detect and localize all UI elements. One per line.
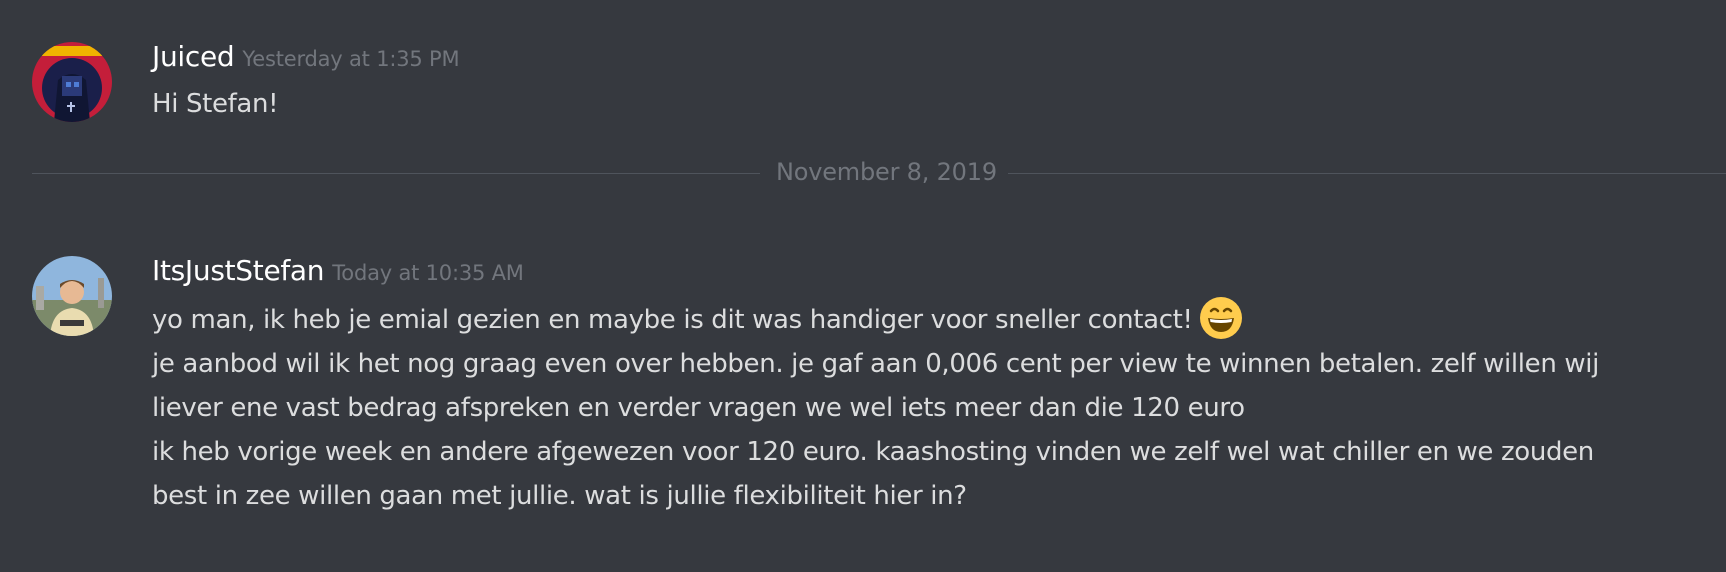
username[interactable]: Juiced [152,40,235,73]
message-text: yo man, ik heb je emial gezien en maybe … [152,305,1193,335]
grinning-face-emoji-icon[interactable] [1199,296,1243,340]
message-content: yo man, ik heb je emial gezien en maybe … [152,296,1712,518]
message-text: je aanbod wil ik het nog graag even over… [152,349,1600,379]
message-content: Hi Stefan! [152,82,1712,126]
message-header: ItsJustStefan Today at 10:35 AM [152,254,524,287]
message-text: best in zee willen gaan met jullie. wat … [152,481,967,511]
avatar[interactable] [32,42,112,122]
message-header: Juiced Yesterday at 1:35 PM [152,40,460,73]
message-text: liever ene vast bedrag afspreken en verd… [152,393,1245,423]
message-text: ik heb vorige week en andere afgewezen v… [152,437,1594,467]
timestamp: Yesterday at 1:35 PM [242,47,460,71]
timestamp: Today at 10:35 AM [332,261,524,285]
avatar[interactable] [32,256,112,336]
message-text: Hi Stefan! [152,89,279,119]
message-text-line: yo man, ik heb je emial gezien en maybe … [152,296,1712,342]
date-divider-label: November 8, 2019 [760,158,1008,186]
username[interactable]: ItsJustStefan [152,254,325,287]
chat-messages: Juiced Yesterday at 1:35 PM Hi Stefan! No… [0,0,1726,572]
